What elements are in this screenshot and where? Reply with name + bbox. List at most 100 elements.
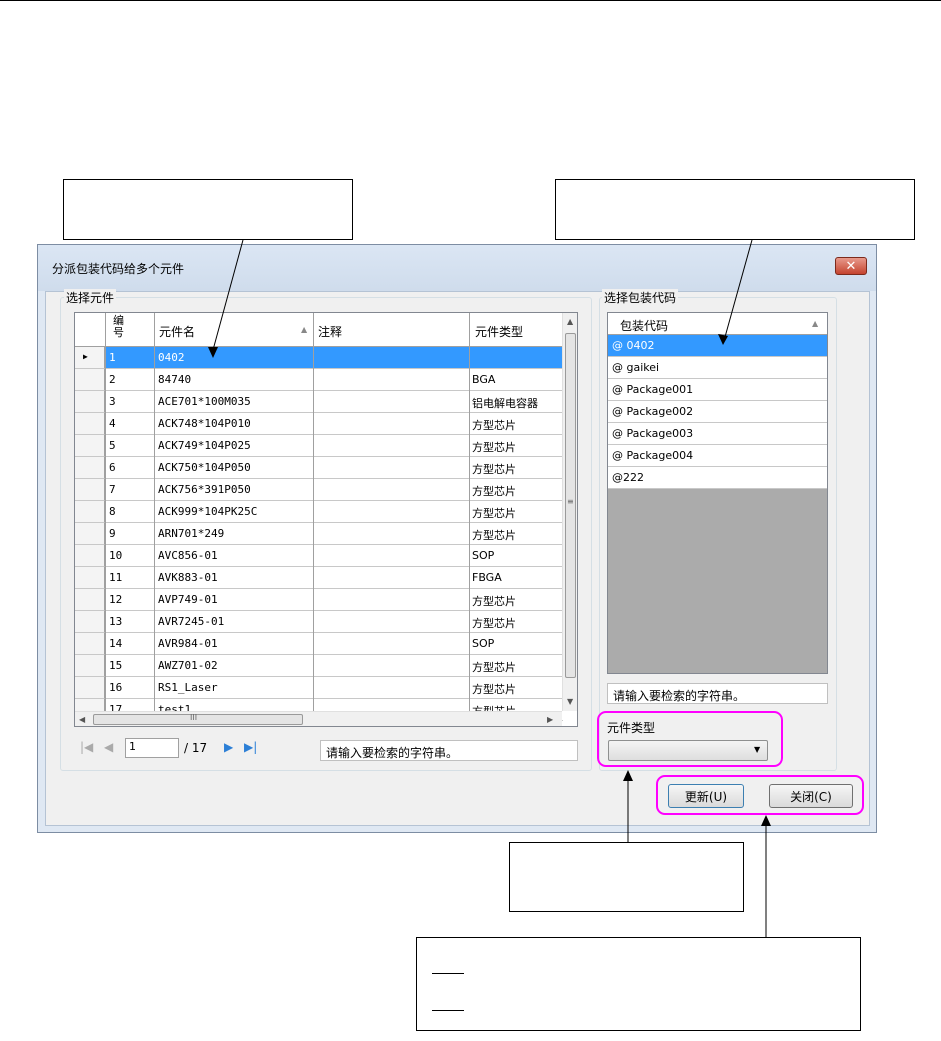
- grid-header: 编 号 元件名 ▲ 注释 元件类型: [75, 313, 562, 347]
- grip-icon: ≡: [567, 497, 574, 506]
- cell-no: 3: [109, 395, 116, 408]
- cell-no: 2: [109, 373, 116, 386]
- list-item[interactable]: @ Package002: [608, 401, 827, 423]
- components-grid[interactable]: 编 号 元件名 ▲ 注释 元件类型 ▶ 1 0402 2 84740 BGA 3 ACE701…: [74, 312, 578, 727]
- vertical-scrollbar[interactable]: ▲ ≡ ▼: [562, 313, 577, 711]
- row-header[interactable]: [75, 655, 105, 677]
- page-total: / 17: [184, 741, 208, 755]
- cell-no: 6: [109, 461, 116, 474]
- list-item[interactable]: @ gaikei: [608, 357, 827, 379]
- top-rule: [0, 0, 941, 1]
- row-header[interactable]: [75, 523, 105, 545]
- cell-type: 方型芯片: [472, 595, 516, 608]
- cell-name: AVC856-01: [158, 549, 218, 562]
- table-row[interactable]: 15 AWZ701-02 方型芯片: [75, 655, 563, 677]
- row-header[interactable]: [75, 501, 105, 523]
- cell-name: ACK999*104PK25C: [158, 505, 258, 518]
- cell-name: RS1_Laser: [158, 681, 218, 694]
- next-page-icon[interactable]: ▶: [224, 740, 233, 754]
- table-row[interactable]: 12 AVP749-01 方型芯片: [75, 589, 563, 611]
- cell-name: 84740: [158, 373, 192, 386]
- vertical-scroll-thumb[interactable]: ≡: [565, 333, 576, 678]
- underline-update: [432, 973, 464, 974]
- cell-type: BGA: [472, 373, 496, 386]
- scroll-down-icon[interactable]: ▼: [567, 697, 573, 706]
- col-header-package: 包装代码: [620, 319, 669, 333]
- scroll-left-icon[interactable]: ◀: [79, 715, 85, 724]
- table-row[interactable]: 3 ACE701*100M035 铝电解电容器: [75, 391, 563, 413]
- list-item[interactable]: @ 0402: [608, 335, 827, 357]
- table-row[interactable]: 11 AVK883-01 FBGA: [75, 567, 563, 589]
- table-row[interactable]: 6 ACK750*104P050 方型芯片: [75, 457, 563, 479]
- list-item[interactable]: @ Package003: [608, 423, 827, 445]
- cell-no: 16: [109, 681, 123, 694]
- row-header[interactable]: [75, 391, 105, 413]
- col-header-name[interactable]: 元件名: [159, 323, 195, 340]
- horizontal-scrollbar[interactable]: ◀ III ▶: [75, 711, 562, 726]
- row-header[interactable]: [75, 677, 105, 699]
- row-header[interactable]: [75, 457, 105, 479]
- row-header[interactable]: [75, 633, 105, 655]
- table-row[interactable]: 9 ARN701*249 方型芯片: [75, 523, 563, 545]
- table-row[interactable]: 7 ACK756*391P050 方型芯片: [75, 479, 563, 501]
- cell-no: 1: [109, 351, 116, 364]
- select-package-label: 选择包装代码: [602, 289, 679, 306]
- cell-type: 方型芯片: [472, 683, 516, 696]
- cell-name: AVP749-01: [158, 593, 218, 606]
- row-header[interactable]: [75, 435, 105, 457]
- list-item[interactable]: @ Package001: [608, 379, 827, 401]
- table-row[interactable]: 13 AVR7245-01 方型芯片: [75, 611, 563, 633]
- row-header[interactable]: [75, 611, 105, 633]
- table-row[interactable]: 8 ACK999*104PK25C 方型芯片: [75, 501, 563, 523]
- callout-package-list: [555, 179, 915, 240]
- close-window-button[interactable]: ✕: [835, 257, 867, 275]
- cell-type: 铝电解电容器: [472, 397, 538, 410]
- first-page-icon[interactable]: |◀: [80, 740, 93, 754]
- cell-type: 方型芯片: [472, 419, 516, 432]
- list-item[interactable]: @222: [608, 467, 827, 489]
- row-header[interactable]: [75, 567, 105, 589]
- row-header[interactable]: [75, 589, 105, 611]
- cell-no: 9: [109, 527, 116, 540]
- col-header-type[interactable]: 元件类型: [475, 323, 523, 340]
- list-item[interactable]: @ Package004: [608, 445, 827, 467]
- last-page-icon[interactable]: ▶|: [244, 740, 257, 754]
- cell-type: SOP: [472, 549, 495, 562]
- cell-name: 0402: [158, 351, 185, 364]
- table-row[interactable]: 10 AVC856-01 SOP: [75, 545, 563, 567]
- cell-no: 12: [109, 593, 123, 606]
- package-list-header[interactable]: 包装代码 ▲: [608, 313, 827, 335]
- col-header-comment[interactable]: 注释: [318, 323, 342, 340]
- select-components-label: 选择元件: [64, 289, 117, 306]
- prev-page-icon[interactable]: ◀: [104, 740, 113, 754]
- table-row[interactable]: 4 ACK748*104P010 方型芯片: [75, 413, 563, 435]
- table-row[interactable]: 14 AVR984-01 SOP: [75, 633, 563, 655]
- row-header[interactable]: [75, 369, 105, 391]
- col-divider: [313, 313, 314, 711]
- cell-no: 14: [109, 637, 123, 650]
- cell-name: AVR984-01: [158, 637, 218, 650]
- table-row[interactable]: ▶ 1 0402: [75, 347, 563, 369]
- cell-name: AWZ701-02: [158, 659, 218, 672]
- package-code-list[interactable]: 包装代码 ▲ @ 0402 @ gaikei @ Package001 @ Packa…: [607, 312, 828, 674]
- row-header[interactable]: [75, 545, 105, 567]
- component-search-input[interactable]: 请输入要检索的字符串。: [320, 740, 578, 761]
- callout-component-list: [63, 179, 353, 240]
- scroll-right-icon[interactable]: ▶: [547, 715, 553, 724]
- col-header-number[interactable]: 编 号: [113, 315, 124, 339]
- table-row[interactable]: 16 RS1_Laser 方型芯片: [75, 677, 563, 699]
- scroll-up-icon[interactable]: ▲: [567, 317, 573, 326]
- table-row[interactable]: 5 ACK749*104P025 方型芯片: [75, 435, 563, 457]
- cell-no: 5: [109, 439, 116, 452]
- cell-no: 15: [109, 659, 123, 672]
- row-header[interactable]: [75, 479, 105, 501]
- cell-no: 11: [109, 571, 123, 584]
- horizontal-scroll-thumb[interactable]: III: [93, 713, 303, 725]
- row-header[interactable]: ▶: [75, 347, 105, 369]
- page-number-input[interactable]: 1: [125, 738, 179, 758]
- package-search-input[interactable]: 请输入要检索的字符串。: [607, 683, 828, 704]
- row-header[interactable]: [75, 413, 105, 435]
- underline-close: [432, 1010, 464, 1011]
- table-row[interactable]: 2 84740 BGA: [75, 369, 563, 391]
- cell-type: 方型芯片: [472, 529, 516, 542]
